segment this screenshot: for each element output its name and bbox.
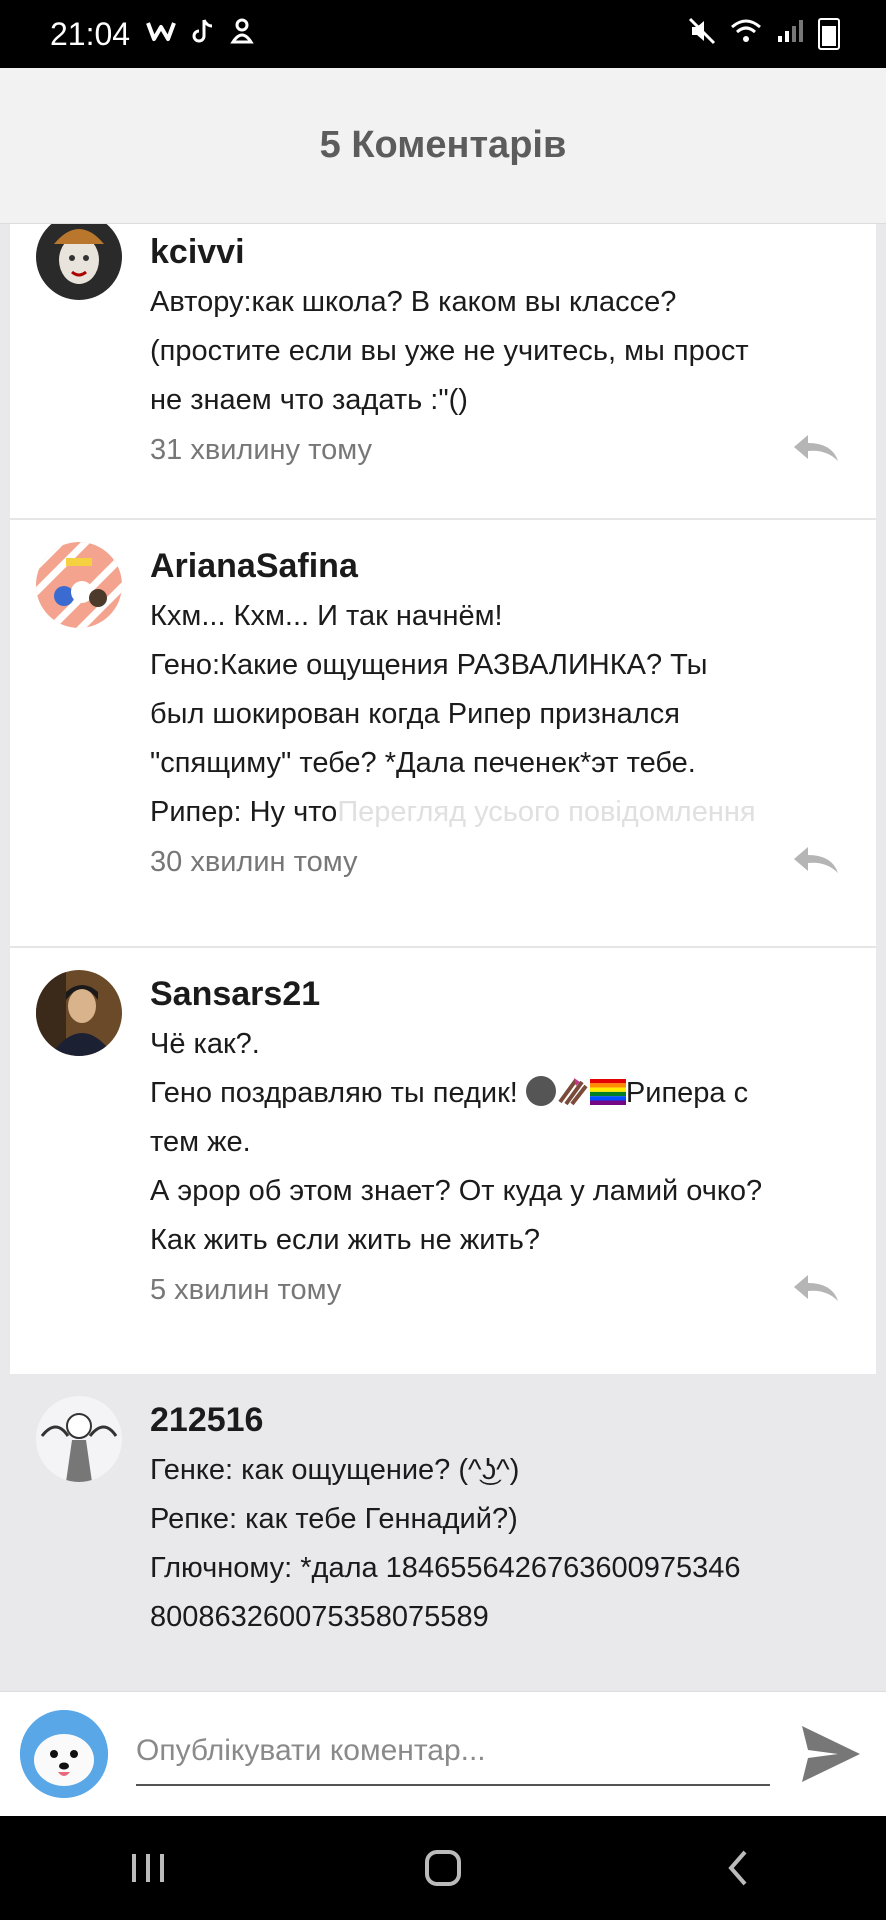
comment-text-line-with-emoji: Гено поздравляю ты педик! Рипера с [150,1069,840,1118]
comment-text: Рипер: Ну что [150,796,338,828]
nail-polish-emoji-icon [558,1078,588,1106]
moon-emoji-icon [525,1076,556,1106]
comment-text: А эрор об этом знает? От куда у ламий оч… [150,1175,763,1207]
send-icon[interactable] [798,1722,864,1786]
comment-item[interactable]: ArianaSafina Кхм... Кхм... И так начнём!… [10,518,876,946]
comment-text: Как жить если жить не жить? [150,1224,540,1256]
comment-username[interactable]: 212516 [150,1398,840,1442]
comment-text: Генке: как ощущение? (^͜ʖ^) [150,1454,520,1486]
comment-timestamp: 5 хвилин тому [150,1273,342,1306]
comment-text: не знаем что задать :"() [150,384,468,416]
avatar[interactable] [36,224,122,300]
signal-icon [776,18,804,51]
recent-apps-button[interactable] [88,1828,208,1908]
recent-apps-icon [131,1854,164,1882]
wifi-icon [730,18,762,51]
comment-timestamp: 31 хвилину тому [150,433,372,466]
comment-text: Гено:Какие ощущения РАЗВАЛИНКА? Ты [150,649,708,681]
comment-text: Рипера с [625,1077,749,1109]
mute-icon [688,17,716,52]
comment-text: был шокирован когда Рипер признался [150,698,680,730]
comment-item[interactable]: 212516 Генке: как ощущение? (^͜ʖ^) Репке… [10,1374,876,1691]
send-button[interactable] [798,1722,864,1786]
home-button[interactable] [383,1828,503,1908]
comment-username[interactable]: kcivvi [150,224,840,274]
notification-icon [230,18,254,51]
comment-text: Репке: как тебе Геннадий?) [150,1503,518,1535]
comment-text: Автору:как школа? В каком вы классе? [150,286,677,318]
avatar[interactable] [36,970,122,1056]
comment-timestamp: 30 хвилин тому [150,845,358,878]
avatar[interactable] [36,542,122,628]
back-button[interactable] [678,1828,798,1908]
comment-text: Гено поздравляю ты педик! [150,1077,526,1109]
avatar[interactable] [36,1396,122,1482]
home-icon [424,1850,461,1886]
rainbow-flag-emoji-icon [589,1079,626,1105]
page-title: 5 Коментарів [319,124,567,166]
clock: 21:04 [50,15,131,52]
status-bar: 21:04 [0,0,886,68]
battery-icon [818,18,840,50]
back-icon [728,1850,747,1886]
comments-header: 5 Коментарів [0,68,886,224]
comment-text: 800863260075358075589 [150,1601,489,1633]
comment-item[interactable]: kcivvi Автору:как школа? В каком вы клас… [10,224,876,518]
reply-icon[interactable] [792,1273,840,1308]
comment-text: "спящиму" тебе? *Дала печенек*эт тебе. [150,747,696,779]
comment-composer [0,1691,886,1817]
comment-item[interactable]: Sansars21 Чё как?. Гено поздравляю ты пе… [10,946,876,1374]
view-full-message-link[interactable]: Перегляд усього повідомлення [337,796,755,828]
reply-icon[interactable] [792,433,840,468]
comment-text-last-line: Рипер: Ну чтоПерегляд усього повідомленн… [150,788,840,837]
comment-username[interactable]: Sansars21 [150,972,840,1016]
comment-username[interactable]: ArianaSafina [150,544,840,588]
reply-icon[interactable] [792,845,840,880]
my-avatar[interactable] [20,1710,108,1798]
comment-text: Глючному: *дала 184655642676360097534​6 [150,1552,741,1584]
comment-text: (простите если вы уже не учитесь, мы про… [150,335,749,367]
comment-list[interactable]: kcivvi Автору:как школа? В каком вы клас… [0,224,886,1691]
comment-text: тем же. [150,1126,251,1158]
comment-text: Кхм... Кхм... И так начнём! [150,600,503,632]
system-nav-bar [0,1816,886,1920]
comment-input[interactable] [136,1718,770,1786]
comment-text: Чё как?. [150,1028,260,1060]
tiktok-icon [192,18,214,51]
w-app-icon [146,18,176,50]
